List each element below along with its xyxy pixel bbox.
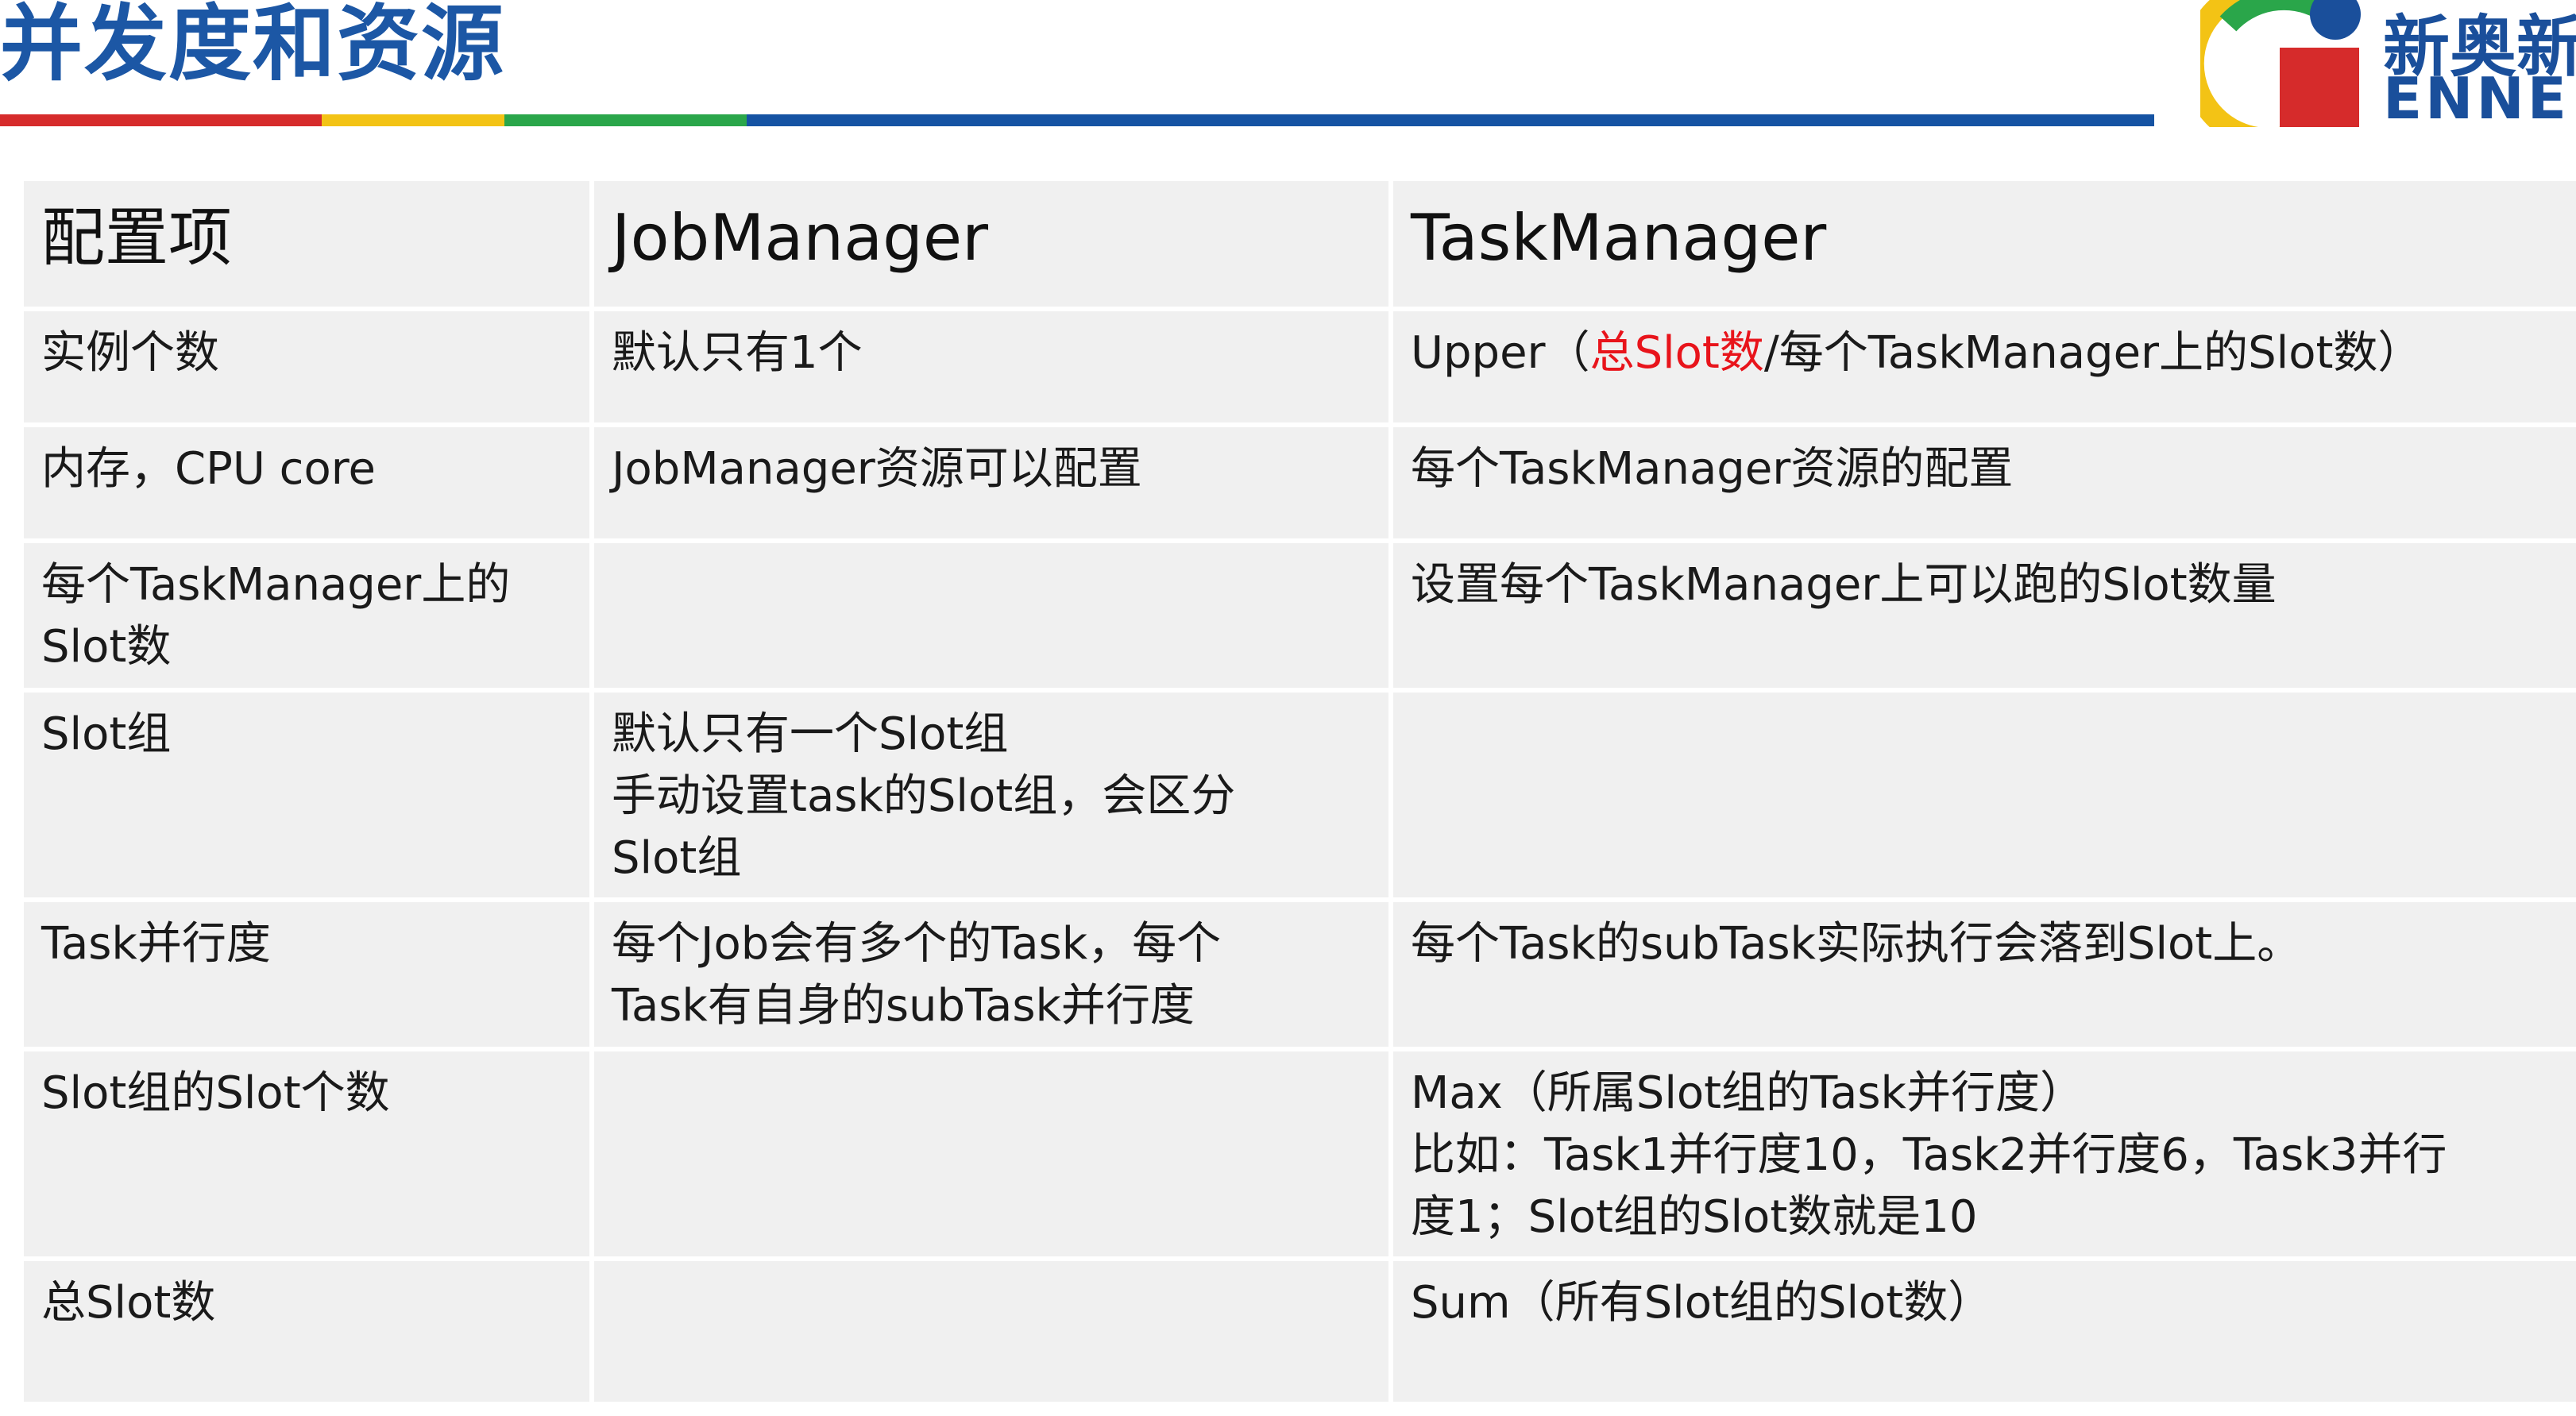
table-row: 实例个数 默认只有1个 Upper（总Slot数/每个TaskManager上的… — [19, 307, 2576, 427]
cell-line: 每个Job会有多个的Task，每个 — [612, 918, 1222, 970]
cell-line: 每个Task的subTask实际执行会落到Slot上。 — [1411, 918, 2302, 970]
cell-jobmanager — [589, 1047, 1393, 1261]
config-table-container: 配置项 JobManager TaskManager 实例个数 默认只有1个 U… — [19, 176, 2576, 1406]
cell-taskmanager: 每个Task的subTask实际执行会落到Slot上。 — [1388, 897, 2576, 1051]
cell-line: Max（所属Slot组的Task并行度） — [1411, 1067, 2084, 1119]
cell-line: Task有自身的subTask并行度 — [612, 980, 1195, 1032]
cell-text: /每个TaskManager上的Slot数） — [1763, 327, 2423, 379]
cell-line: 比如：Task1并行度10，Task2并行度6，Task3并行 — [1411, 1129, 2447, 1181]
cell-line: Slot数 — [41, 621, 172, 673]
table-row: 总Slot数 Sum（所有Slot组的Slot数） — [19, 1256, 2576, 1406]
cell-jobmanager: 默认只有1个 — [589, 307, 1393, 427]
cell-line: 手动设置task的Slot组，会区分 — [612, 770, 1236, 822]
highlight-total-slot: 总Slot数 — [1589, 327, 1764, 379]
cell-taskmanager — [1388, 688, 2576, 902]
config-table: 配置项 JobManager TaskManager 实例个数 默认只有1个 U… — [19, 176, 2576, 1406]
cell-taskmanager: 设置每个TaskManager上可以跑的Slot数量 — [1388, 538, 2576, 693]
cell-item: Slot组的Slot个数 — [19, 1047, 594, 1261]
cell-jobmanager — [589, 538, 1393, 693]
header-config-item: 配置项 — [19, 176, 594, 311]
cell-jobmanager — [589, 1256, 1393, 1406]
cell-line: 默认只有一个Slot组 — [612, 708, 1009, 760]
bar-red-segment — [0, 114, 322, 126]
slide-title: 并发度和资源 — [0, 0, 506, 92]
logo-text-en: ENNE — [2383, 65, 2570, 132]
cell-text: Upper（ — [1411, 327, 1590, 379]
bar-green-segment — [504, 114, 747, 126]
table-header-row: 配置项 JobManager TaskManager — [19, 176, 2576, 311]
header-jobmanager: JobManager — [589, 176, 1393, 311]
cell-line: 默认只有1个 — [612, 327, 863, 379]
cell-line: 度1；Slot组的Slot数就是10 — [1411, 1191, 1978, 1243]
table-row: Slot组的Slot个数 Max（所属Slot组的Task并行度） 比如：Tas… — [19, 1047, 2576, 1261]
cell-line: JobManager资源可以配置 — [612, 443, 1142, 495]
cell-taskmanager: 每个TaskManager资源的配置 — [1388, 422, 2576, 543]
cell-line: 设置每个TaskManager上可以跑的Slot数量 — [1411, 559, 2277, 611]
cell-item: 内存，CPU core — [19, 422, 594, 543]
cell-line: 每个TaskManager资源的配置 — [1411, 443, 2014, 495]
slide: 并发度和资源 新奥新 ENNE 配置项 JobManager TaskManag… — [0, 0, 2576, 1416]
table-row: 每个TaskManager上的 Slot数 设置每个TaskManager上可以… — [19, 538, 2576, 693]
cell-line: Slot组 — [612, 832, 742, 884]
cell-taskmanager: Max（所属Slot组的Task并行度） 比如：Task1并行度10，Task2… — [1388, 1047, 2576, 1261]
logo-mark-icon — [2181, 0, 2361, 150]
table-row: Task并行度 每个Job会有多个的Task，每个 Task有自身的subTas… — [19, 897, 2576, 1051]
cell-line: 每个TaskManager上的 — [41, 559, 511, 611]
cell-item: Task并行度 — [19, 897, 594, 1051]
header-color-bar — [0, 114, 2154, 126]
cell-jobmanager: JobManager资源可以配置 — [589, 422, 1393, 543]
table-row: Slot组 默认只有一个Slot组 手动设置task的Slot组，会区分 Slo… — [19, 688, 2576, 902]
cell-jobmanager: 每个Job会有多个的Task，每个 Task有自身的subTask并行度 — [589, 897, 1393, 1051]
cell-taskmanager: Sum（所有Slot组的Slot数） — [1388, 1256, 2576, 1406]
table-row: 内存，CPU core JobManager资源可以配置 每个TaskManag… — [19, 422, 2576, 543]
cell-item: Slot组 — [19, 688, 594, 902]
cell-item-total-slot: 总Slot数 — [19, 1256, 594, 1406]
bar-yellow-segment — [322, 114, 504, 126]
cell-item: 每个TaskManager上的 Slot数 — [19, 538, 594, 693]
company-logo: 新奥新 ENNE — [2181, 0, 2576, 150]
cell-jobmanager: 默认只有一个Slot组 手动设置task的Slot组，会区分 Slot组 — [589, 688, 1393, 902]
cell-line: Sum（所有Slot组的Slot数） — [1411, 1277, 1993, 1329]
cell-taskmanager: Upper（总Slot数/每个TaskManager上的Slot数） — [1388, 307, 2576, 427]
header-taskmanager: TaskManager — [1388, 176, 2576, 311]
cell-item: 实例个数 — [19, 307, 594, 427]
